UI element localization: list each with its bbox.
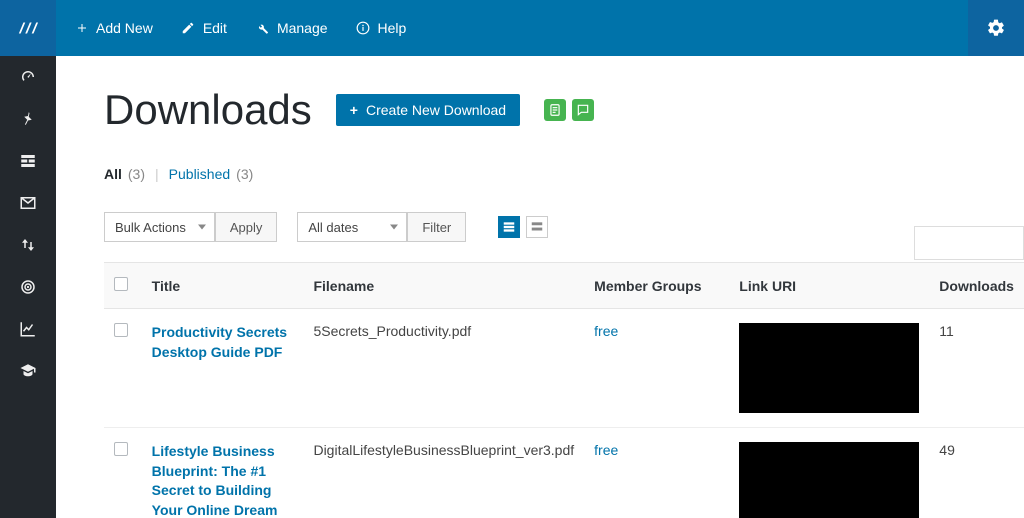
- help-label: Help: [378, 20, 407, 36]
- plus-icon: +: [350, 102, 358, 118]
- manage-label: Manage: [277, 20, 328, 36]
- row-member-group-link[interactable]: free: [594, 442, 618, 458]
- gauge-icon: [19, 68, 37, 86]
- add-new-label: Add New: [96, 20, 153, 36]
- dates-select[interactable]: All dates: [297, 212, 407, 242]
- status-all[interactable]: All: [104, 166, 122, 182]
- page-title: Downloads: [104, 86, 312, 134]
- app-logo[interactable]: [0, 0, 56, 56]
- chevron-down-icon: [390, 225, 398, 230]
- settings-button[interactable]: [968, 0, 1024, 56]
- row-title-link[interactable]: Productivity Secrets Desktop Guide PDF: [152, 323, 294, 362]
- status-published-count: (3): [236, 166, 253, 182]
- excerpt-icon: [530, 220, 544, 234]
- cap-icon: [19, 362, 37, 380]
- chat-icon: [576, 103, 590, 117]
- mail-icon: [19, 194, 37, 212]
- list-icon: [502, 220, 516, 234]
- wrench-icon: [255, 21, 269, 35]
- sidebar: [0, 56, 56, 518]
- topbar: Add New Edit Manage Help: [0, 0, 1024, 56]
- col-filename: Filename: [303, 263, 584, 309]
- updown-icon: [19, 236, 37, 254]
- help-menu[interactable]: Help: [356, 20, 407, 36]
- create-download-button[interactable]: + Create New Download: [336, 94, 520, 126]
- doc-icon: [548, 103, 562, 117]
- chat-badge-button[interactable]: [572, 99, 594, 121]
- sidebar-pin[interactable]: [0, 98, 56, 140]
- col-title[interactable]: Title: [142, 263, 304, 309]
- sidebar-analytics[interactable]: [0, 308, 56, 350]
- row-uri-image: [739, 442, 919, 518]
- add-new-menu[interactable]: Add New: [76, 20, 153, 36]
- sidebar-education[interactable]: [0, 350, 56, 392]
- row-filename: 5Secrets_Productivity.pdf: [303, 309, 584, 428]
- col-downloads: Downloads: [929, 263, 1024, 309]
- edit-menu[interactable]: Edit: [181, 20, 227, 36]
- col-link-uri: Link URI: [729, 263, 929, 309]
- filter-button[interactable]: Filter: [407, 212, 466, 242]
- search-input[interactable]: [914, 226, 1024, 260]
- chevron-down-icon: [198, 225, 206, 230]
- row-downloads: 11: [929, 309, 1024, 428]
- manage-menu[interactable]: Manage: [255, 20, 328, 36]
- view-excerpt-button[interactable]: [526, 216, 548, 238]
- row-filename: DigitalLifestyleBusinessBlueprint_ver3.p…: [303, 428, 584, 518]
- bulk-actions-label: Bulk Actions: [115, 220, 186, 235]
- row-title-link[interactable]: Lifestyle Business Blueprint: The #1 Sec…: [152, 442, 294, 518]
- table-row: Lifestyle Business Blueprint: The #1 Sec…: [104, 428, 1024, 518]
- bulk-actions-select[interactable]: Bulk Actions: [104, 212, 215, 242]
- sidebar-target[interactable]: [0, 266, 56, 308]
- sidebar-grid[interactable]: [0, 140, 56, 182]
- sidebar-dashboard[interactable]: [0, 56, 56, 98]
- chart-icon: [19, 320, 37, 338]
- doc-badge-button[interactable]: [544, 99, 566, 121]
- plus-icon: [76, 22, 88, 34]
- main-content: Downloads + Create New Download All (3) …: [56, 56, 1024, 518]
- topbar-menu: Add New Edit Manage Help: [56, 0, 406, 56]
- edit-label: Edit: [203, 20, 227, 36]
- sidebar-transfer[interactable]: [0, 224, 56, 266]
- row-checkbox[interactable]: [114, 323, 128, 337]
- dates-label: All dates: [308, 220, 358, 235]
- status-all-count: (3): [128, 166, 145, 182]
- pencil-icon: [181, 21, 195, 35]
- row-uri-image: [739, 323, 919, 413]
- select-all-checkbox[interactable]: [114, 277, 128, 291]
- row-member-group-link[interactable]: free: [594, 323, 618, 339]
- grid-icon: [19, 152, 37, 170]
- row-checkbox[interactable]: [114, 442, 128, 456]
- downloads-table: Title Filename Member Groups Link URI Do…: [104, 262, 1024, 518]
- table-row: Productivity Secrets Desktop Guide PDF 5…: [104, 309, 1024, 428]
- apply-button[interactable]: Apply: [215, 212, 278, 242]
- sidebar-mail[interactable]: [0, 182, 56, 224]
- view-list-button[interactable]: [498, 216, 520, 238]
- target-icon: [19, 278, 37, 296]
- create-download-label: Create New Download: [366, 102, 506, 118]
- col-member-groups: Member Groups: [584, 263, 729, 309]
- info-icon: [356, 21, 370, 35]
- status-filter: All (3) | Published (3): [104, 166, 1024, 182]
- status-published[interactable]: Published: [169, 166, 231, 182]
- gear-icon: [986, 18, 1006, 38]
- row-downloads: 49: [929, 428, 1024, 518]
- pin-icon: [19, 110, 37, 128]
